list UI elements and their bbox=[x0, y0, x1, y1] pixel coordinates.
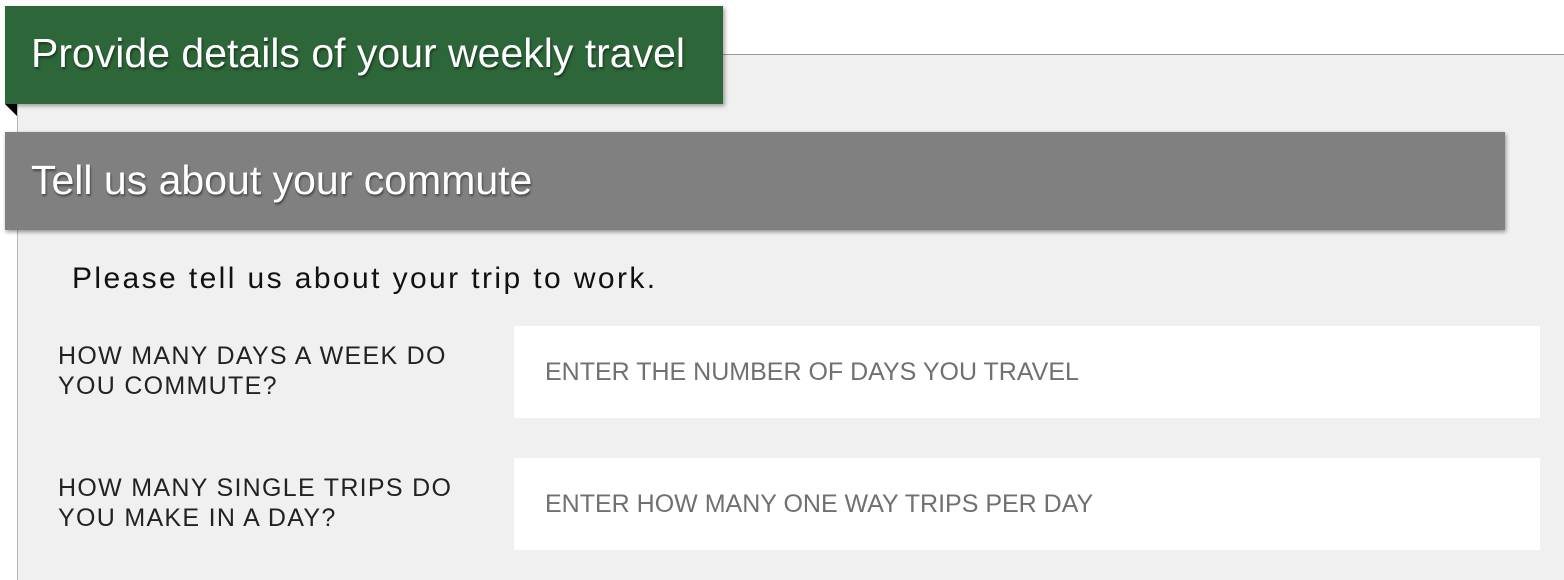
page: Provide details of your weekly travel Te… bbox=[0, 0, 1564, 580]
section-title: Tell us about your commute bbox=[31, 156, 533, 203]
single-trips-input[interactable] bbox=[514, 458, 1540, 550]
page-title: Provide details of your weekly travel bbox=[31, 29, 686, 76]
page-header-banner: Provide details of your weekly travel bbox=[5, 6, 723, 104]
intro-text: Please tell us about your trip to work. bbox=[72, 262, 658, 295]
single-trips-label: HOW MANY SINGLE TRIPS DO YOU MAKE IN A D… bbox=[58, 474, 453, 532]
section-header-banner: Tell us about your commute bbox=[5, 132, 1505, 230]
banner-fold-decoration bbox=[5, 104, 17, 116]
commute-days-input[interactable] bbox=[514, 326, 1540, 418]
commute-days-label: HOW MANY DAYS A WEEK DO YOU COMMUTE? bbox=[58, 342, 447, 400]
